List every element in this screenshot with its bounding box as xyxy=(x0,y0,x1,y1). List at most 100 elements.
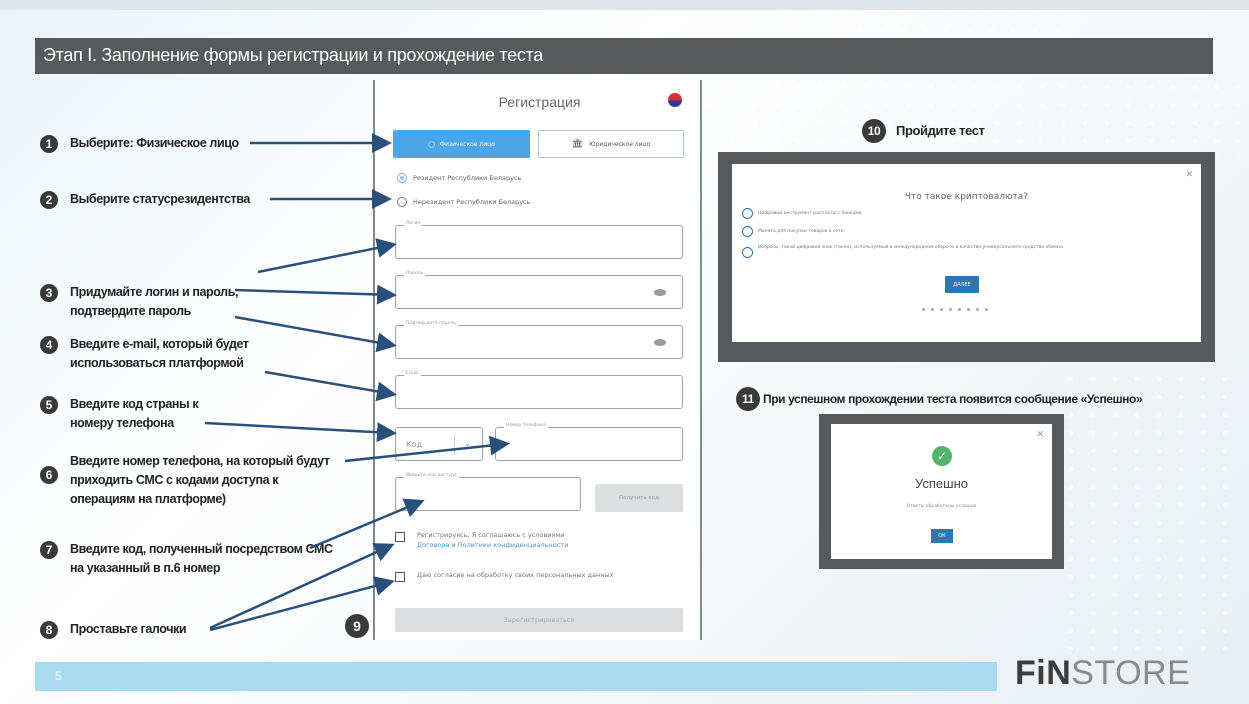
success-title: Успешно xyxy=(915,476,968,491)
step-number: 3 xyxy=(40,284,58,302)
login-input[interactable]: Логин xyxy=(395,221,683,259)
finstore-logo: FiNSTORE xyxy=(1015,654,1190,693)
quiz-heading-text: Пройдите тест xyxy=(896,123,985,138)
agreement-checkbox[interactable] xyxy=(395,532,405,542)
contract-link[interactable]: Договора xyxy=(417,541,449,549)
dot-pattern-bottom-right xyxy=(1060,370,1240,650)
success-heading: 11 При успешном прохождении теста появит… xyxy=(736,386,1143,411)
email-label: Email xyxy=(404,371,421,376)
top-band xyxy=(0,0,1249,10)
ok-button[interactable]: ОК xyxy=(931,529,953,543)
close-icon[interactable]: ✕ xyxy=(1036,430,1044,440)
physical-person-button[interactable]: ◯ Физическое лицо xyxy=(393,130,530,158)
quiz-option-text: Цифровой инструмент расплаты с банками xyxy=(758,211,862,216)
physical-person-label: Физическое лицо xyxy=(439,140,495,148)
arrow xyxy=(257,238,397,274)
step-text: Проставьте галочки xyxy=(70,622,187,636)
success-heading-text: При успешном прохождении теста появится … xyxy=(763,391,1143,406)
logo-fin: FiN xyxy=(1015,654,1072,692)
step-number: 4 xyxy=(40,336,58,354)
radio-resident-circle[interactable] xyxy=(397,173,407,183)
email-input[interactable]: Email xyxy=(395,371,683,409)
step-number: 6 xyxy=(40,466,58,484)
registration-form: Регистрация ◯ Физическое лицо 🏛 Юридичес… xyxy=(373,80,702,640)
country-code-select[interactable]: Код ⌄ xyxy=(395,427,483,461)
step-number: 2 xyxy=(40,191,58,209)
step-text: Выберите статусрезидентства xyxy=(70,192,250,206)
agreement-text: Регистрируясь, Я соглашаюсь с условиями … xyxy=(417,530,568,550)
chevron-down-icon: ⌄ xyxy=(464,439,471,448)
slide-title: Этап I. Заполнение формы регистрации и п… xyxy=(43,45,544,65)
get-code-button[interactable]: Получить код xyxy=(595,484,683,512)
step-text: Придумайте логин и пароль, подтвердите п… xyxy=(70,285,239,318)
page-dot xyxy=(976,308,979,311)
step-text: Введите код страны к номеру телефона xyxy=(70,397,199,430)
radio-nonresident-circle[interactable] xyxy=(397,197,407,207)
form-title: Регистрация xyxy=(498,94,581,110)
quiz-pagination xyxy=(922,308,988,311)
quiz-option-radio[interactable] xyxy=(742,226,753,237)
quiz-option[interactable]: Монета для покупки товаров в сети xyxy=(742,226,844,237)
step-5: 5 Введите код страны к номеру телефона xyxy=(40,395,230,433)
step-1: 1 Выберите: Физическое лицо xyxy=(40,134,239,153)
step-text: Введите код, полученный посредством СМС … xyxy=(70,542,333,575)
step-3: 3 Придумайте логин и пароль, подтвердите… xyxy=(40,283,260,321)
agreement-label: Регистрируясь, Я соглашаюсь с условиями xyxy=(417,531,565,539)
logo-store: STORE xyxy=(1071,654,1191,692)
privacy-policy-link[interactable]: Политики конфиденциальности xyxy=(458,541,569,549)
quiz-option-radio[interactable] xyxy=(742,247,753,258)
step-number: 11 xyxy=(736,387,760,411)
consent-checkbox[interactable] xyxy=(395,572,405,582)
country-code-placeholder: Код xyxy=(406,440,423,449)
bank-icon: 🏛 xyxy=(571,139,584,149)
quiz-heading: 10 Пройдите тест xyxy=(862,118,985,143)
quiz-option[interactable]: Вопросы, такой цифровой знак (токен), ис… xyxy=(742,244,1182,258)
page-dot xyxy=(967,308,970,311)
juridical-person-label: Юридическое лицо xyxy=(589,140,651,148)
quiz-option-text: Вопросы, такой цифровой знак (токен), ис… xyxy=(758,245,1063,250)
nonresident-radio[interactable]: Нерезидент Республики Беларусь xyxy=(397,197,530,207)
confirm-password-input[interactable]: Подтвердите пароль xyxy=(395,321,683,359)
password-input[interactable]: Пароль xyxy=(395,271,683,309)
phone-input[interactable]: Номер телефона xyxy=(495,423,683,461)
success-dialog: ✕ ✓ Успешно Ответы обработаны успешно ОК xyxy=(831,424,1052,559)
page-dot xyxy=(958,308,961,311)
quiz-screenshot: ✕ Что такое криптовалюта? Цифровой инстр… xyxy=(718,152,1215,362)
step-number: 7 xyxy=(40,541,58,559)
agreement-checkbox-row: Регистрируясь, Я соглашаюсь с условиями … xyxy=(395,530,685,550)
step-8: 8 Проставьте галочки xyxy=(40,620,187,639)
sms-code-input[interactable]: Введите код доступа xyxy=(395,473,581,511)
success-screenshot: ✕ ✓ Успешно Ответы обработаны успешно ОК xyxy=(819,414,1064,569)
resident-label: Резидент Республики Беларусь xyxy=(413,174,522,182)
quiz-dialog: ✕ Что такое криптовалюта? Цифровой инстр… xyxy=(732,164,1201,342)
language-flag-icon[interactable] xyxy=(668,93,682,107)
page-dot xyxy=(985,308,988,311)
page-dot xyxy=(931,308,934,311)
quiz-option-radio[interactable] xyxy=(742,208,753,219)
step-number: 10 xyxy=(862,119,886,143)
phone-label: Номер телефона xyxy=(504,423,548,428)
resident-radio[interactable]: Резидент Республики Беларусь xyxy=(397,173,521,183)
step-text: Выберите: Физическое лицо xyxy=(70,136,239,150)
quiz-option-text: Монета для покупки товаров в сети xyxy=(758,229,844,234)
eye-icon[interactable] xyxy=(654,339,666,346)
divider xyxy=(454,435,455,455)
register-button[interactable]: Зарегистрироваться xyxy=(395,608,683,632)
arrow xyxy=(204,421,397,443)
step-text: Введите номер телефона, на который будут… xyxy=(70,454,330,506)
eye-icon[interactable] xyxy=(654,289,666,296)
step-2: 2 Выберите статусрезидентства xyxy=(40,190,250,209)
step-number: 1 xyxy=(40,135,58,153)
close-icon[interactable]: ✕ xyxy=(1185,170,1193,180)
sms-code-label: Введите код доступа xyxy=(404,473,459,478)
quiz-option[interactable]: Цифровой инструмент расплаты с банками xyxy=(742,208,862,219)
step-text: Введите e-mail, который будет использова… xyxy=(70,337,249,370)
success-subtitle: Ответы обработаны успешно xyxy=(906,504,977,509)
confirm-password-label: Подтвердите пароль xyxy=(404,321,458,326)
consent-checkbox-row: Даю согласие на обработку своих персонал… xyxy=(395,570,685,582)
next-button[interactable]: ДАЛЕЕ xyxy=(945,276,979,293)
slide: Этап I. Заполнение формы регистрации и п… xyxy=(0,0,1249,704)
step-number: 5 xyxy=(40,396,58,414)
juridical-person-button[interactable]: 🏛 Юридическое лицо xyxy=(538,130,684,158)
nonresident-label: Нерезидент Республики Беларусь xyxy=(413,198,531,206)
